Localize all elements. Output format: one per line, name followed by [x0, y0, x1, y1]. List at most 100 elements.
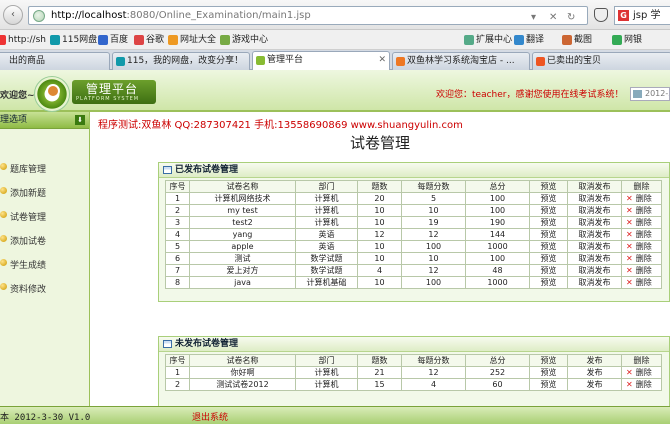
delete-label[interactable]: 删除	[636, 218, 652, 227]
delete-label[interactable]: 删除	[636, 254, 652, 263]
close-tab-icon[interactable]: ✕	[378, 52, 386, 68]
table-row: 2 my test 计算机 10 10 100 预览 取消发布 ✕ 删除	[165, 204, 662, 217]
publish-toggle-link[interactable]: 发布	[567, 366, 622, 379]
delete-label[interactable]: 删除	[636, 266, 652, 275]
tab-taobao-shop[interactable]: 双鱼林学习系统淘宝店 - ...	[392, 52, 530, 70]
url-host: http://localhost	[51, 10, 127, 21]
translate-button[interactable]: 翻译	[514, 33, 544, 47]
delete-link[interactable]: ✕ 删除	[621, 378, 662, 391]
preview-link[interactable]: 预览	[529, 216, 568, 229]
delete-label[interactable]: 删除	[636, 206, 652, 215]
refresh-icon[interactable]: ↻	[567, 9, 575, 26]
publish-toggle-link[interactable]: 取消发布	[567, 216, 622, 229]
department: 计算机	[295, 204, 358, 217]
window-icon	[163, 340, 172, 348]
screenshot-button[interactable]: 截图	[562, 33, 592, 47]
preview-link[interactable]: 预览	[529, 192, 568, 205]
delete-icon[interactable]: ✕	[626, 194, 633, 203]
preview-link[interactable]: 预览	[529, 252, 568, 265]
bookmark-item[interactable]: 游戏中心	[220, 33, 268, 47]
back-button[interactable]: ‹	[3, 5, 23, 25]
search-input[interactable]: G jsp 学	[614, 6, 670, 25]
table-row: 1 你好啊 计算机 21 12 252 预览 发布 ✕ 删除	[165, 366, 662, 379]
delete-link[interactable]: ✕ 删除	[621, 366, 662, 379]
bookmark-item[interactable]: http://sh	[0, 33, 46, 47]
delete-icon[interactable]: ✕	[626, 218, 633, 227]
row-number: 8	[165, 276, 190, 289]
delete-label[interactable]: 删除	[636, 194, 652, 203]
tab-admin-platform[interactable]: 管理平台 ✕	[252, 51, 390, 71]
shield-icon[interactable]	[594, 8, 608, 22]
preview-link[interactable]: 预览	[529, 276, 568, 289]
delete-icon[interactable]: ✕	[626, 242, 633, 251]
preview-link[interactable]: 预览	[529, 378, 568, 391]
publish-toggle-link[interactable]: 取消发布	[567, 240, 622, 253]
delete-icon[interactable]: ✕	[626, 278, 633, 287]
sidebar-item-student-scores[interactable]: 学生成绩	[0, 258, 46, 271]
publish-toggle-link[interactable]: 取消发布	[567, 252, 622, 265]
preview-link[interactable]: 预览	[529, 366, 568, 379]
bank-button[interactable]: 网银	[612, 33, 642, 47]
delete-icon[interactable]: ✕	[626, 206, 633, 215]
delete-link[interactable]: ✕ 删除	[621, 204, 662, 217]
delete-link[interactable]: ✕ 删除	[621, 252, 662, 265]
points-per-question: 19	[401, 216, 466, 229]
department: 英语	[295, 228, 358, 241]
publish-toggle-link[interactable]: 取消发布	[567, 192, 622, 205]
sidebar-item-edit-profile[interactable]: 资料修改	[0, 282, 46, 295]
table-row: 8 java 计算机基础 10 100 1000 预览 取消发布 ✕ 删除	[165, 276, 662, 289]
question-count: 21	[357, 366, 402, 379]
tab-icon	[396, 57, 405, 66]
tab-sold-baby[interactable]: 已卖出的宝贝	[532, 52, 670, 70]
bookmark-item[interactable]: 谷歌	[134, 33, 164, 47]
delete-icon[interactable]: ✕	[626, 254, 633, 263]
close-icon[interactable]: ✕	[549, 9, 557, 26]
delete-label[interactable]: 删除	[636, 368, 652, 377]
bookmark-icon	[50, 35, 60, 45]
preview-link[interactable]: 预览	[529, 240, 568, 253]
logout-link[interactable]: 退出系统	[192, 410, 228, 423]
bookmark-item[interactable]: 网址大全	[168, 33, 216, 47]
column-header: 试卷名称	[189, 354, 296, 367]
preview-link[interactable]: 预览	[529, 204, 568, 217]
delete-link[interactable]: ✕ 删除	[621, 276, 662, 289]
preview-link[interactable]: 预览	[529, 228, 568, 241]
tab-icon	[536, 57, 545, 66]
delete-icon[interactable]: ✕	[626, 368, 633, 377]
total-points: 100	[465, 204, 530, 217]
paper-name: 爱上对方	[189, 264, 296, 277]
delete-icon[interactable]: ✕	[626, 266, 633, 275]
publish-toggle-link[interactable]: 取消发布	[567, 204, 622, 217]
delete-label[interactable]: 删除	[636, 278, 652, 287]
delete-link[interactable]: ✕ 删除	[621, 264, 662, 277]
tab-sold-items[interactable]: 出的商品	[0, 52, 110, 70]
delete-icon[interactable]: ✕	[626, 230, 633, 239]
publish-toggle-link[interactable]: 取消发布	[567, 228, 622, 241]
page-title: 试卷管理	[349, 134, 410, 152]
sidebar-item-add-paper[interactable]: 添加试卷	[0, 234, 46, 247]
bookmark-item[interactable]: 百度	[98, 33, 128, 47]
delete-label[interactable]: 删除	[636, 230, 652, 239]
delete-link[interactable]: ✕ 删除	[621, 216, 662, 229]
extension-center-button[interactable]: 扩展中心	[464, 33, 512, 47]
dropdown-icon[interactable]: ▾	[531, 9, 536, 26]
delete-link[interactable]: ✕ 删除	[621, 192, 662, 205]
delete-label[interactable]: 删除	[636, 242, 652, 251]
question-count: 10	[357, 240, 402, 253]
sidebar-item-paper-management[interactable]: 试卷管理	[0, 210, 46, 223]
publish-toggle-link[interactable]: 发布	[567, 378, 622, 391]
delete-link[interactable]: ✕ 删除	[621, 228, 662, 241]
tab-115-disk[interactable]: 115，我的网盘，改变分享！	[112, 52, 250, 70]
page-header: 欢迎您~ 管理平台 PLATFORM SYSTEM 欢迎您：teacher，感谢…	[0, 70, 670, 112]
preview-link[interactable]: 预览	[529, 264, 568, 277]
publish-toggle-link[interactable]: 取消发布	[567, 264, 622, 277]
delete-label[interactable]: 删除	[636, 380, 652, 389]
sidebar-item-add-question[interactable]: 添加新题	[0, 186, 46, 199]
sidebar-item-question-bank[interactable]: 题库管理	[0, 162, 46, 175]
bookmark-item[interactable]: 115网盘	[50, 33, 97, 47]
collapse-arrow-icon[interactable]: ⬇	[75, 115, 85, 125]
publish-toggle-link[interactable]: 取消发布	[567, 276, 622, 289]
url-input[interactable]: http://localhost:8080/Online_Examination…	[28, 6, 588, 25]
delete-icon[interactable]: ✕	[626, 380, 633, 389]
delete-link[interactable]: ✕ 删除	[621, 240, 662, 253]
